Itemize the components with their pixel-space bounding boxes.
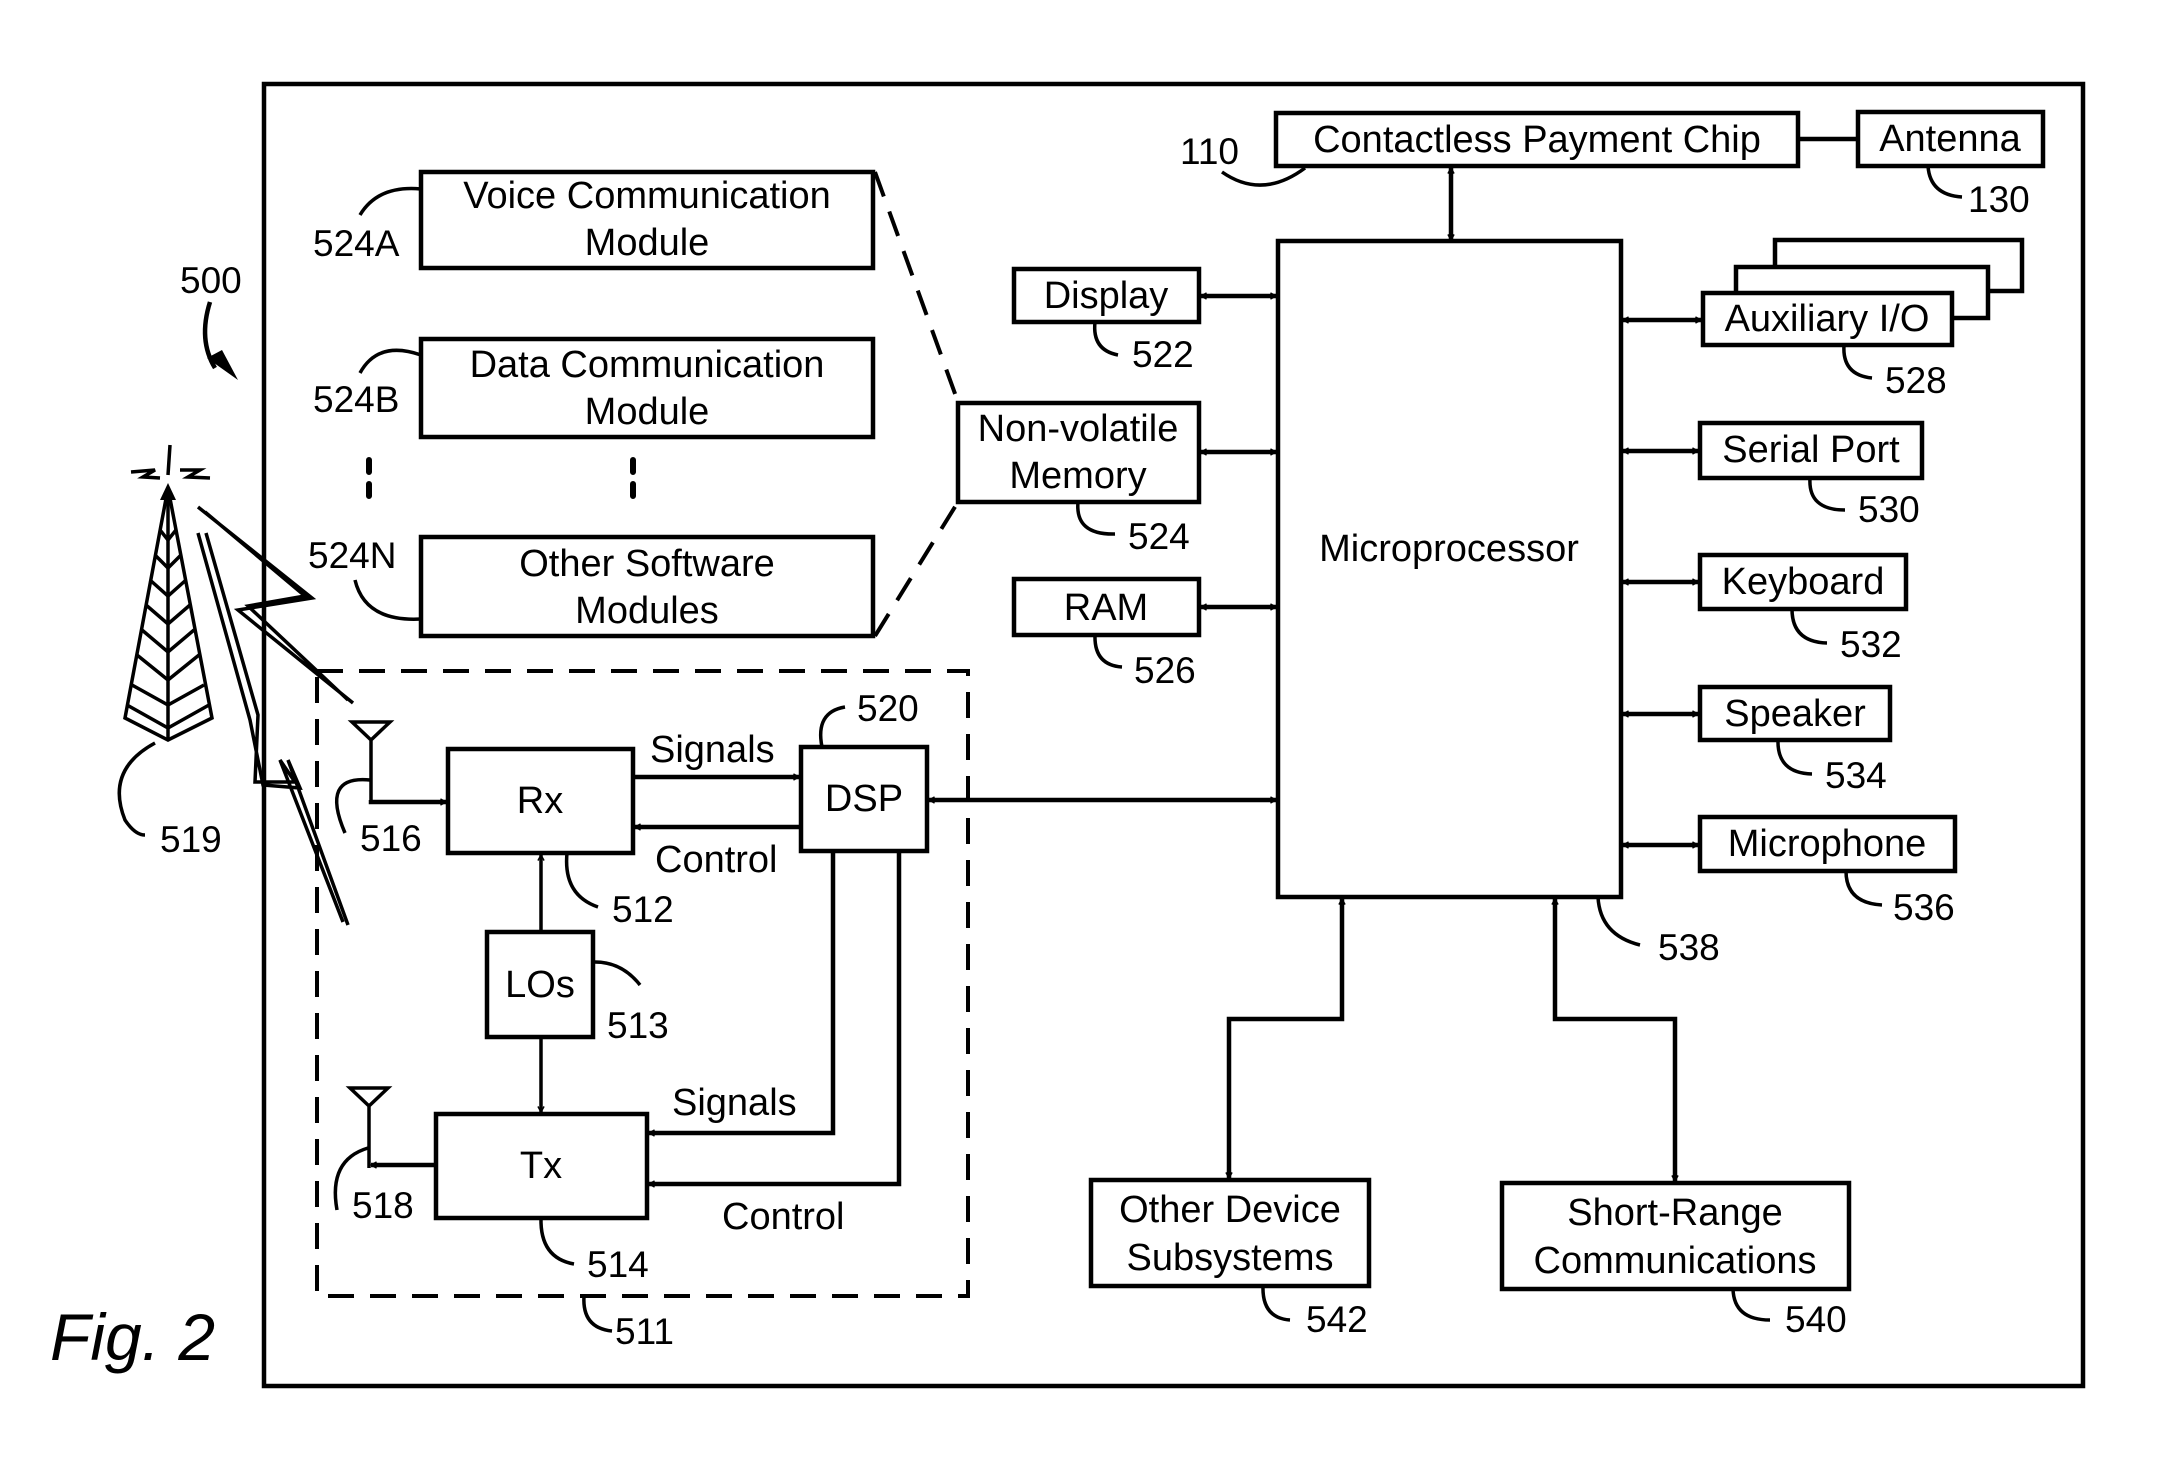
block-diagram: 500 Voice Communication Module 524A Data… — [50, 81, 2086, 1389]
svg-text:Short-Range: Short-Range — [1567, 1192, 1782, 1234]
rx-ref: 512 — [612, 889, 674, 930]
svg-text:Tx: Tx — [520, 1145, 562, 1187]
svg-text:Microprocessor: Microprocessor — [1319, 528, 1579, 570]
svg-text:Other Software: Other Software — [519, 543, 775, 585]
speaker-ref: 534 — [1825, 755, 1887, 796]
rx-signals-label: Signals — [650, 729, 775, 771]
device-ref-label: 500 — [180, 260, 242, 301]
svg-text:Data Communication: Data Communication — [470, 344, 825, 386]
tx-antenna-ref: 518 — [352, 1185, 414, 1226]
dsp-ref: 520 — [857, 688, 919, 729]
short-range-ref: 540 — [1785, 1299, 1847, 1340]
los-ref: 513 — [607, 1005, 669, 1046]
other-subsystems-ref: 542 — [1306, 1299, 1368, 1340]
svg-text:DSP: DSP — [825, 778, 903, 820]
svg-text:Rx: Rx — [517, 780, 563, 822]
svg-text:Voice Communication: Voice Communication — [463, 175, 831, 217]
microprocessor-block: Microprocessor — [1275, 238, 1624, 900]
payment-chip-block: Contactless Payment Chip — [1273, 110, 1801, 169]
other-device-subsystems-block: Other Device Subsystems — [1088, 1177, 1372, 1289]
module-other: Other Software Modules — [418, 534, 876, 639]
tx-block: Tx — [433, 1111, 650, 1221]
tx-ref: 514 — [587, 1244, 649, 1285]
svg-text:Contactless Payment Chip: Contactless Payment Chip — [1313, 119, 1761, 161]
svg-text:Module: Module — [585, 222, 710, 264]
microprocessor-ref: 538 — [1658, 927, 1720, 968]
display-block: Display — [1011, 266, 1202, 325]
tx-control-label: Control — [722, 1196, 845, 1238]
svg-text:Module: Module — [585, 391, 710, 433]
svg-text:Auxiliary I/O: Auxiliary I/O — [1725, 298, 1930, 340]
module-voice: Voice Communication Module — [418, 169, 876, 271]
payment-chip-ref: 110 — [1180, 131, 1239, 172]
svg-text:Non-volatile: Non-volatile — [978, 408, 1179, 450]
ram-block: RAM — [1011, 576, 1202, 638]
svg-text:LOs: LOs — [505, 964, 575, 1006]
rx-antenna-ref: 516 — [360, 818, 422, 859]
short-range-communications-block: Short-Range Communications — [1499, 1180, 1852, 1292]
svg-text:Antenna: Antenna — [1879, 118, 2021, 160]
module-voice-ref: 524A — [313, 223, 400, 264]
microphone-ref: 536 — [1893, 887, 1955, 928]
figure-caption: Fig. 2 — [50, 1300, 215, 1374]
nonvolatile-memory-block: Non-volatile Memory — [955, 400, 1202, 505]
tx-signals-label: Signals — [672, 1082, 797, 1124]
los-block: LOs — [484, 929, 596, 1040]
leader-519 — [117, 741, 156, 837]
svg-text:Serial Port: Serial Port — [1722, 429, 1900, 471]
svg-text:Keyboard: Keyboard — [1722, 561, 1885, 603]
radio-subsystem-ref: 511 — [615, 1311, 674, 1352]
keyboard-block: Keyboard — [1697, 552, 1909, 612]
svg-text:Microphone: Microphone — [1728, 823, 1927, 865]
rx-antenna-feed — [368, 800, 446, 802]
svg-text:Subsystems: Subsystems — [1127, 1237, 1334, 1279]
svg-text:Other Device: Other Device — [1119, 1189, 1341, 1231]
module-data-ref: 524B — [313, 379, 399, 420]
keyboard-ref: 532 — [1840, 624, 1902, 665]
nonvolatile-ref: 524 — [1128, 516, 1190, 557]
microphone-block: Microphone — [1697, 814, 1958, 874]
dsp-block: DSP — [798, 744, 930, 854]
svg-text:Display: Display — [1044, 275, 1169, 317]
svg-text:Speaker: Speaker — [1724, 693, 1866, 735]
serial-port-block: Serial Port — [1697, 420, 1925, 481]
svg-text:Memory: Memory — [1009, 455, 1146, 497]
antenna-block: Antenna — [1855, 109, 2046, 169]
module-other-ref: 524N — [308, 535, 396, 576]
rx-block: Rx — [445, 746, 636, 856]
cell-tower-icon — [123, 444, 214, 742]
antenna-ref: 130 — [1968, 179, 2030, 220]
module-data: Data Communication Module — [418, 336, 876, 440]
auxiliary-io-ref: 528 — [1885, 360, 1947, 401]
svg-text:RAM: RAM — [1064, 587, 1148, 629]
tower-ref: 519 — [160, 819, 222, 860]
serial-port-ref: 530 — [1858, 489, 1920, 530]
ram-ref: 526 — [1134, 650, 1196, 691]
rx-control-label: Control — [655, 839, 778, 881]
speaker-block: Speaker — [1697, 684, 1893, 743]
svg-text:Modules: Modules — [575, 590, 719, 632]
display-ref: 522 — [1132, 334, 1194, 375]
svg-text:Communications: Communications — [1534, 1240, 1817, 1282]
